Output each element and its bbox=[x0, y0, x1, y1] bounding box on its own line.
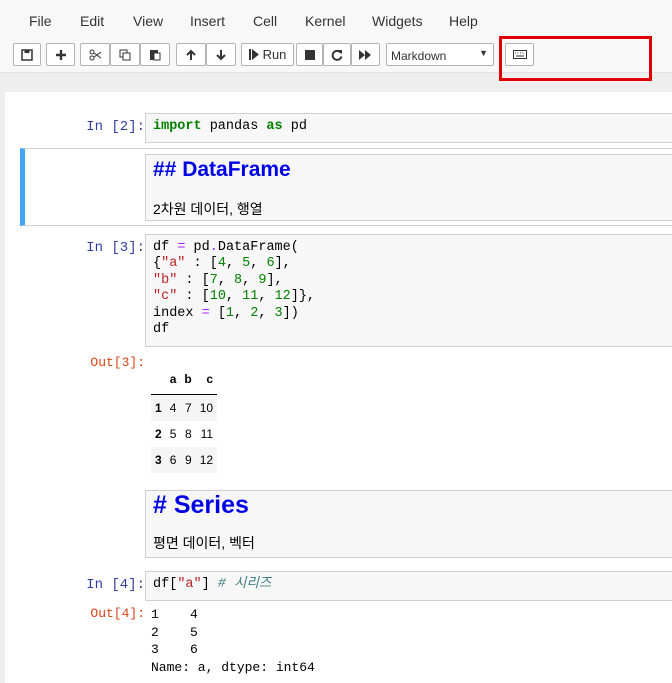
notebook-container: In [2]: import pandas as pd ## DataFrame… bbox=[5, 92, 672, 683]
stop-icon bbox=[304, 49, 315, 60]
table-cell: 8 bbox=[185, 427, 192, 441]
table-cell: 5 bbox=[169, 427, 177, 441]
move-up-icon bbox=[186, 49, 196, 60]
interrupt-button[interactable] bbox=[296, 43, 323, 66]
markdown-heading: # Series bbox=[153, 491, 249, 519]
menu-help[interactable]: Help bbox=[449, 13, 478, 29]
copy-icon bbox=[119, 49, 131, 60]
table-row: 2 5 8 11 bbox=[151, 421, 217, 447]
copy-button[interactable] bbox=[110, 43, 140, 66]
menu-bar: File Edit View Insert Cell Kernel Widget… bbox=[0, 0, 672, 38]
table-row: 1 4 7 10 bbox=[151, 394, 218, 421]
output-line: 2 5 bbox=[151, 624, 198, 640]
cell-type-value: Markdown bbox=[391, 49, 447, 63]
fast-forward-icon bbox=[359, 49, 371, 60]
input-prompt: In [3]: bbox=[86, 240, 145, 256]
table-cell: 9 bbox=[185, 453, 192, 467]
menu-view[interactable]: View bbox=[133, 13, 163, 29]
table-cell: 4 bbox=[169, 401, 177, 415]
highlight-annotation bbox=[499, 36, 652, 81]
column-header: b bbox=[180, 364, 196, 395]
run-button[interactable]: Run bbox=[241, 43, 294, 66]
restart-run-all-button[interactable] bbox=[351, 43, 380, 66]
index-header bbox=[151, 364, 166, 395]
row-index: 3 bbox=[155, 453, 162, 467]
paste-button[interactable] bbox=[140, 43, 170, 66]
run-icon bbox=[248, 49, 259, 60]
series-output: 1 4 2 5 3 6 Name: a, dtype: int64 bbox=[151, 606, 315, 676]
table-cell: 6 bbox=[169, 453, 177, 467]
input-prompt: In [4]: bbox=[86, 577, 145, 593]
move-up-button[interactable] bbox=[176, 43, 206, 66]
output-prompt: Out[4]: bbox=[90, 606, 145, 621]
code-cell-input[interactable]: df = pd.DataFrame( {"a" : [4, 5, 6], "b"… bbox=[145, 234, 672, 347]
move-down-icon bbox=[216, 49, 226, 60]
cut-icon bbox=[89, 49, 101, 60]
table-cell: 7 bbox=[185, 401, 192, 415]
run-label: Run bbox=[262, 47, 287, 62]
save-button[interactable] bbox=[13, 43, 41, 66]
restart-icon bbox=[331, 49, 343, 61]
table-cell: 12 bbox=[199, 453, 214, 467]
code-cell-input[interactable]: import pandas as pd bbox=[145, 113, 672, 143]
insert-cell-button[interactable] bbox=[46, 43, 75, 66]
menu-cell[interactable]: Cell bbox=[253, 13, 277, 29]
table-cell: 10 bbox=[199, 401, 214, 415]
menu-edit[interactable]: Edit bbox=[80, 13, 104, 29]
cell-type-select[interactable]: Markdown ▼ bbox=[386, 43, 494, 66]
output-line: 1 4 bbox=[151, 607, 198, 622]
chevron-down-icon: ▼ bbox=[479, 48, 488, 58]
code-cell-input[interactable]: df["a"] # 시리즈 bbox=[145, 571, 672, 601]
output-line: Name: a, dtype: int64 bbox=[151, 659, 315, 675]
table-header-row: a b c bbox=[151, 364, 218, 395]
move-down-button[interactable] bbox=[206, 43, 236, 66]
markdown-text: 2차원 데이터, 행열 bbox=[153, 201, 263, 217]
row-index: 1 bbox=[155, 401, 162, 415]
output-line: 3 6 bbox=[151, 642, 198, 657]
cut-button[interactable] bbox=[80, 43, 110, 66]
output-prompt: Out[3]: bbox=[90, 355, 145, 370]
restart-button[interactable] bbox=[323, 43, 351, 66]
column-header: c bbox=[195, 364, 218, 395]
menu-file[interactable]: File bbox=[29, 13, 52, 29]
row-index: 2 bbox=[155, 427, 162, 441]
input-prompt: In [2]: bbox=[86, 119, 145, 135]
menu-insert[interactable]: Insert bbox=[190, 13, 225, 29]
menu-kernel[interactable]: Kernel bbox=[305, 13, 345, 29]
table-cell: 11 bbox=[200, 427, 214, 441]
plus-icon bbox=[55, 49, 66, 60]
save-icon bbox=[21, 48, 33, 61]
menu-widgets[interactable]: Widgets bbox=[372, 13, 423, 29]
column-header: a bbox=[165, 364, 181, 395]
table-row: 3 6 9 12 bbox=[151, 447, 218, 473]
markdown-heading: ## DataFrame bbox=[153, 158, 291, 181]
markdown-text: 평면 데이터, 벡터 bbox=[153, 535, 255, 551]
markdown-cell[interactable]: ## DataFrame 2차원 데이터, 행열 bbox=[145, 154, 672, 221]
paste-icon bbox=[150, 50, 161, 61]
dataframe-table: a b c 1 4 7 10 2 5 8 11 3 6 9 12 bbox=[151, 364, 218, 473]
markdown-cell[interactable]: # Series 평면 데이터, 벡터 bbox=[145, 490, 672, 558]
